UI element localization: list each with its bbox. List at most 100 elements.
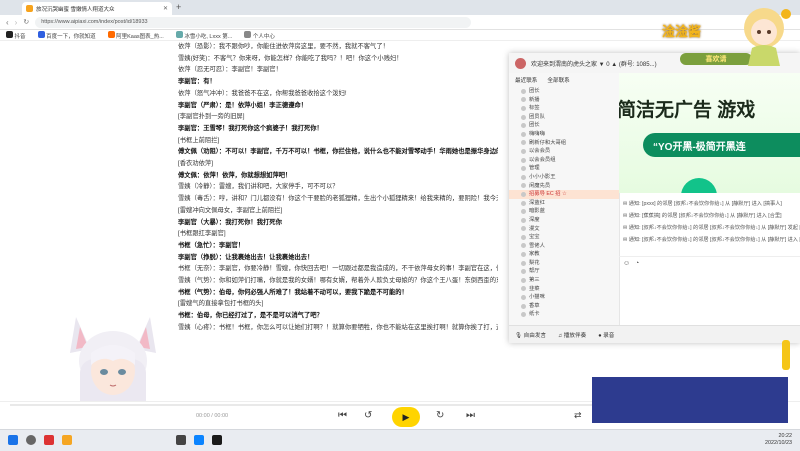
- accompaniment-button[interactable]: ♫ 播放伴奏: [558, 331, 586, 339]
- channel-item[interactable]: 宝宝: [509, 233, 619, 242]
- channel-item[interactable]: 管理: [509, 164, 619, 173]
- back-icon[interactable]: ‹: [6, 18, 9, 27]
- search-icon[interactable]: [26, 435, 36, 445]
- script-line: 书框（急忙）：李副官！: [178, 241, 245, 249]
- channel-item[interactable]: 嗨嗨嗨: [509, 130, 619, 139]
- taskbar-clock[interactable]: 20:22 2022/10/23: [765, 433, 792, 447]
- channel-item[interactable]: 小小小影王: [509, 173, 619, 182]
- channel-dot-icon: [521, 277, 526, 283]
- page-scrollbar[interactable]: [780, 340, 792, 380]
- steam-icon[interactable]: [212, 435, 222, 445]
- script-line: 雪姨(好笑)：不客气？你来呀，你能怎样？你能吃了我吗？！吧！你这个小贱妇！: [178, 54, 403, 62]
- ad-banner[interactable]: 简洁无广告 游戏 “YO开黑-极简开黑连: [619, 73, 800, 193]
- channel-label: 漫文: [529, 225, 540, 232]
- channel-item[interactable]: 香草: [509, 302, 619, 311]
- channel-item[interactable]: 刷新仔和大哥组: [509, 139, 619, 148]
- channel-dot-icon: [521, 166, 526, 172]
- chat-input[interactable]: ☺ ◔: [619, 256, 800, 327]
- channel-dot-icon: [521, 131, 526, 137]
- channel-item[interactable]: 暗影蓝: [509, 207, 619, 216]
- folder-icon: [175, 30, 183, 38]
- channel-label: 宝宝: [529, 234, 540, 241]
- channel-item[interactable]: 团长: [509, 121, 619, 130]
- channel-label: 帮厅: [529, 268, 540, 275]
- scroll-thumb[interactable]: [782, 340, 790, 370]
- channel-dot-icon: [521, 243, 526, 249]
- url-field[interactable]: https://www.aipiaxi.com/index/post/id/18…: [35, 16, 472, 28]
- app-icon[interactable]: [44, 435, 54, 445]
- channel-item[interactable]: 第三: [509, 276, 619, 285]
- channel-label: 以会会员组: [529, 156, 556, 163]
- channel-item[interactable]: 新播: [509, 96, 619, 105]
- forward-icon[interactable]: ›: [15, 18, 18, 27]
- channel-avatar: [515, 57, 526, 69]
- rewind-icon[interactable]: ↺: [364, 410, 372, 421]
- prev-icon[interactable]: ⏮: [338, 410, 347, 421]
- script-line: 雪姨（毒舌）：哼，讲和？门儿都没有！你这个干要脸的老狐狸精，生出个小狐狸精来！给…: [178, 195, 498, 203]
- script-line: [香衣劝依萍]: [178, 160, 213, 168]
- channel-dot-icon: [521, 88, 526, 94]
- forward-icon[interactable]: ↻: [436, 410, 444, 421]
- channel-item[interactable]: 标签: [509, 104, 619, 113]
- channel-item[interactable]: 梨花: [509, 259, 619, 268]
- channel-dot-icon: [521, 286, 526, 292]
- channel-tree: 最近联系 全部联系 团长 新播 标签 团员队 团长 嗨嗨嗨 刷新仔和大哥组 以会会员 以会会员组…: [509, 73, 620, 325]
- bookmark-item[interactable]: 冰雪小吃, Lxxx 第...: [175, 30, 232, 40]
- channel-item[interactable]: 以会会员组: [509, 156, 619, 165]
- channel-item[interactable]: 小猫咪: [509, 293, 619, 302]
- browser-tab[interactable]: 旅况沉哭幽蜜 雪嫩情人翔道大众 ✕: [22, 2, 172, 15]
- player-time: 00:00 / 00:00: [196, 413, 229, 419]
- new-tab-icon[interactable]: +: [176, 2, 181, 12]
- loop-icon[interactable]: ⇄: [574, 410, 582, 421]
- channel-dot-icon: [521, 191, 526, 197]
- channel-item[interactable]: 团长: [509, 87, 619, 96]
- channel-item[interactable]: 韭菜: [509, 285, 619, 294]
- channel-list: 团长 新播 标签 团员队 团长 嗨嗨嗨 刷新仔和大哥组 以会会员 以会会员组 管理 小小小影王 闲魔先…: [509, 87, 619, 319]
- channel-item[interactable]: 深蓝红: [509, 199, 619, 208]
- script-line: 李副官（挣脱）：让我裹她出去！让我裹她出去！: [178, 253, 314, 261]
- channel-item[interactable]: 团员队: [509, 113, 619, 122]
- channel-label: 嗨嗨嗨: [529, 130, 545, 137]
- channel-label: 韭菜: [529, 285, 540, 292]
- explorer-icon[interactable]: [62, 435, 72, 445]
- bookmark-item[interactable]: 个人中心: [244, 30, 275, 40]
- play-button[interactable]: ▶: [392, 407, 420, 427]
- channel-item[interactable]: 深度: [509, 216, 619, 225]
- channel-item[interactable]: 雪佬人: [509, 242, 619, 251]
- channel-item[interactable]: 家教: [509, 250, 619, 259]
- tab-all[interactable]: 全部联系: [547, 76, 569, 84]
- emoji-icon[interactable]: ☺: [623, 260, 630, 267]
- channel-label: 家教: [529, 251, 540, 258]
- channel-dot-icon: [521, 174, 526, 180]
- channel-label: 团员队: [529, 113, 545, 120]
- channel-label: 暗影蓝: [529, 208, 545, 215]
- script-page: 依萍（恐影）：我不跟你吵，你能住进依萍房这里，要不然，我就不客气了！ 雪姨(好笑)…: [0, 41, 509, 401]
- tab-recent[interactable]: 最近联系: [515, 76, 537, 84]
- channel-item[interactable]: 闲魔先员: [509, 182, 619, 191]
- channel-item[interactable]: 招募导 EC 招 ☆: [509, 190, 619, 199]
- channel-label: 纸卡: [529, 311, 540, 318]
- record-button[interactable]: ● 录音: [598, 331, 614, 339]
- close-icon[interactable]: ✕: [163, 5, 168, 12]
- message-list: ✉ 通知: [pxxx] 的邻居 [叔邦↓不会饮你你给↓] 从 [静默厅] 进入…: [619, 198, 800, 246]
- start-icon[interactable]: [8, 435, 18, 445]
- channel-label: 以会会员: [529, 148, 551, 155]
- channel-item[interactable]: 以会会员: [509, 147, 619, 156]
- channel-item[interactable]: 帮厅: [509, 267, 619, 276]
- bookmark-item[interactable]: 抖音: [6, 30, 26, 40]
- voice-chat-window: 欢迎来到渭南的虎头之家 ▼ 0 ▲ (群号: 1085...) 最近联系 全部联…: [509, 53, 800, 343]
- free-speech-button[interactable]: 🎙 自由发言: [515, 331, 546, 339]
- channel-item[interactable]: 漫文: [509, 225, 619, 234]
- voice-icon[interactable]: ◔: [635, 260, 639, 267]
- next-icon[interactable]: ⏭: [466, 410, 475, 421]
- bookmark-item[interactable]: 百度一下，你就知道: [37, 30, 96, 40]
- channel-item[interactable]: 纸卡: [509, 310, 619, 319]
- bookmark-item[interactable]: 阿里Kaas图表_热...: [107, 30, 164, 40]
- channel-dot-icon: [521, 295, 526, 301]
- script-line: 李副官：王雪琴！我打死你这个疯婆子！我打死你！: [178, 124, 323, 132]
- app-icon[interactable]: [194, 435, 204, 445]
- refresh-icon[interactable]: ↻: [23, 18, 29, 26]
- app-icon[interactable]: [176, 435, 186, 445]
- channel-label: 标签: [529, 105, 540, 112]
- channel-label: 小猫咪: [529, 294, 545, 301]
